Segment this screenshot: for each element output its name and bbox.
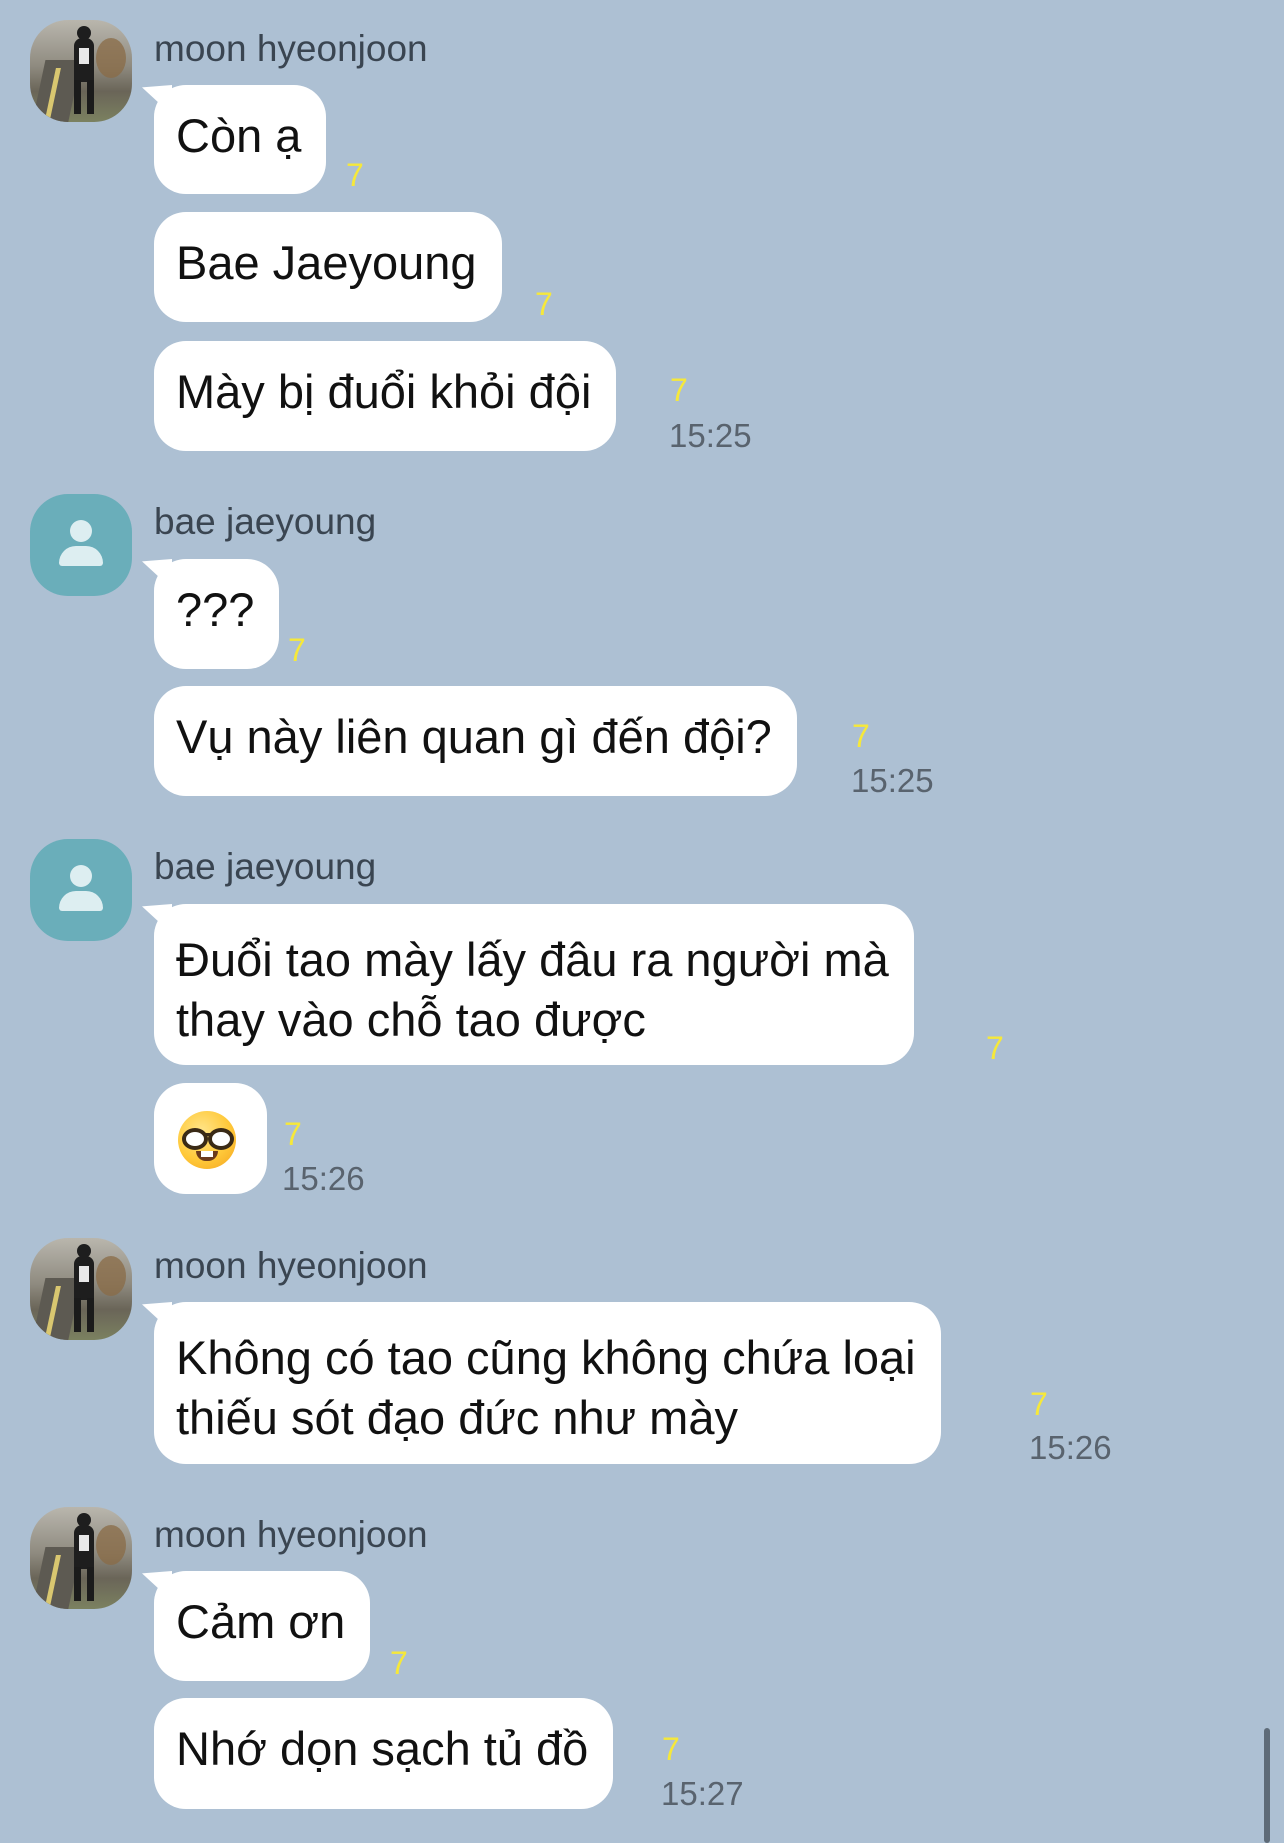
message-text-line: Đuổi tao mày lấy đâu ra người mà <box>176 933 889 986</box>
message-timestamp: 15:26 <box>282 1160 365 1197</box>
unread-count: 7 <box>288 632 306 668</box>
message-timestamp: 15:27 <box>661 1775 744 1812</box>
message-text: Mày bị đuổi khỏi đội <box>176 365 592 418</box>
message-bubble[interactable]: Còn ạ <box>154 85 327 194</box>
message-text: ??? <box>176 583 255 636</box>
avatar[interactable] <box>30 494 132 596</box>
unread-count: 7 <box>1030 1386 1048 1422</box>
message-bubble[interactable]: ??? <box>154 559 280 669</box>
message-bubble[interactable]: Không có tao cũng không chứa loại thiếu … <box>154 1302 941 1464</box>
nerd-face-emoji <box>178 1111 236 1169</box>
avatar[interactable] <box>30 1238 132 1340</box>
unread-count: 7 <box>986 1030 1004 1066</box>
avatar[interactable] <box>30 20 132 122</box>
message-text: Nhớ dọn sạch tủ đồ <box>176 1722 589 1775</box>
chat-view: moon hyeonjoon Còn ạ 7 Bae Jaeyoung 7 Mà… <box>0 0 1284 1843</box>
unread-count: 7 <box>390 1645 408 1681</box>
person-icon <box>70 865 92 887</box>
unread-count: 7 <box>535 286 553 322</box>
message-text: Bae Jaeyoung <box>176 236 477 289</box>
person-icon <box>70 520 92 542</box>
message-timestamp: 15:25 <box>851 762 934 799</box>
message-text-line: Không có tao cũng không chứa loại <box>176 1331 916 1384</box>
message-text-line: thay vào chỗ tao được <box>176 993 646 1046</box>
message-text: Còn ạ <box>176 109 302 162</box>
message-bubble[interactable]: Bae Jaeyoung <box>154 212 502 322</box>
message-text-line: thiếu sót đạo đức như mày <box>176 1391 738 1444</box>
avatar[interactable] <box>30 839 132 941</box>
message-timestamp: 15:26 <box>1029 1429 1112 1466</box>
unread-count: 7 <box>662 1731 680 1767</box>
message-timestamp: 15:25 <box>669 417 752 454</box>
message-bubble[interactable]: Cảm ơn <box>154 1571 371 1681</box>
sender-name: bae jaeyoung <box>154 846 377 887</box>
sender-name: moon hyeonjoon <box>154 1245 428 1286</box>
scrollbar[interactable] <box>1264 1728 1270 1843</box>
sender-name: moon hyeonjoon <box>154 28 428 69</box>
avatar[interactable] <box>30 1507 132 1609</box>
unread-count: 7 <box>670 372 688 408</box>
sender-name: bae jaeyoung <box>154 501 377 542</box>
message-bubble[interactable]: Nhớ dọn sạch tủ đồ <box>154 1698 614 1809</box>
unread-count: 7 <box>852 718 870 754</box>
message-text: Vụ này liên quan gì đến đội? <box>176 710 772 763</box>
sender-name: moon hyeonjoon <box>154 1514 428 1555</box>
message-text: Cảm ơn <box>176 1595 346 1648</box>
message-bubble[interactable] <box>154 1083 267 1194</box>
message-bubble[interactable]: Vụ này liên quan gì đến đội? <box>154 686 797 796</box>
unread-count: 7 <box>346 157 364 193</box>
message-bubble[interactable]: Mày bị đuổi khỏi đội <box>154 341 617 451</box>
message-bubble[interactable]: Đuổi tao mày lấy đâu ra người mà thay và… <box>154 904 914 1065</box>
unread-count: 7 <box>284 1116 302 1152</box>
